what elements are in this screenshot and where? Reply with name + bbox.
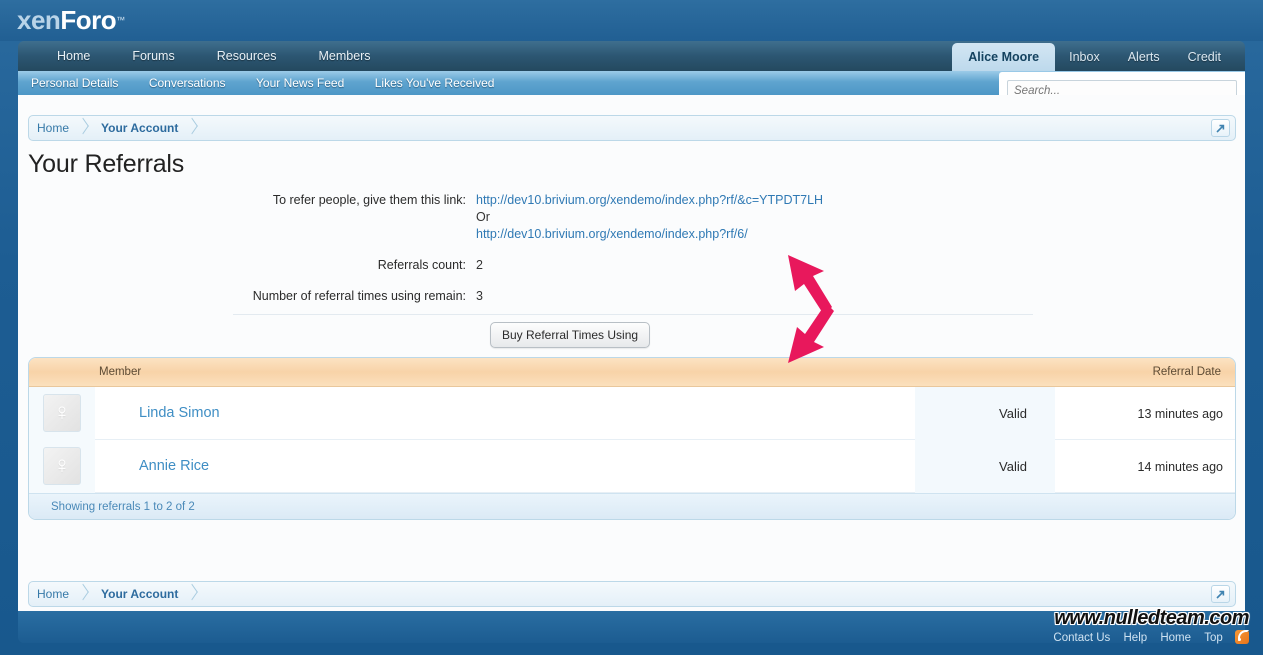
column-header-member: Member [99, 366, 142, 378]
table-row[interactable]: ♀ Linda Simon Valid 13 minutes ago [29, 386, 1235, 440]
referral-link-primary[interactable]: http://dev10.brivium.org/xendemo/index.p… [476, 193, 823, 207]
account-nav-tabs: Alice Moore Inbox Alerts Credit [952, 41, 1235, 71]
logo-text-xen: xen [17, 5, 61, 35]
nav-item-home[interactable]: Home [36, 41, 111, 71]
breadcrumb-separator-icon [186, 116, 202, 140]
referral-info-block: To refer people, give them this link: ht… [28, 192, 1208, 319]
referral-link-row: To refer people, give them this link: ht… [28, 192, 1208, 243]
breadcrumb-item-home[interactable]: Home [29, 582, 77, 606]
browser-page: xenForo™ Home Forums Resources Members A… [0, 0, 1263, 655]
column-header-referral-date: Referral Date [1152, 366, 1221, 378]
referrals-count-label: Referrals count: [377, 258, 466, 272]
status-badge: Valid [915, 387, 1055, 440]
avatar-cell: ♀ [29, 386, 95, 440]
breadcrumb-separator-icon [186, 582, 202, 606]
referral-times-remain-row: Number of referral times using remain: 3 [28, 288, 1208, 305]
avatar-cell: ♀ [29, 439, 95, 493]
referrals-count-row: Referrals count: 2 [28, 257, 1208, 274]
referral-link-or-text: Or [476, 210, 490, 224]
footer-link-home[interactable]: Home [1160, 632, 1191, 644]
main-content [18, 95, 1245, 611]
member-name-cell: Annie Rice [95, 457, 209, 475]
footer-link-help[interactable]: Help [1124, 632, 1148, 644]
watermark-text: www.nulledteam.com [1054, 607, 1250, 630]
status-badge: Valid [915, 440, 1055, 493]
arrow-down-left [788, 303, 834, 363]
referral-link-label: To refer people, give them this link: [272, 193, 466, 207]
footer-link-contact-us[interactable]: Contact Us [1053, 632, 1110, 644]
breadcrumb-bottom: Home Your Account [28, 581, 1236, 607]
table-row[interactable]: ♀ Annie Rice Valid 14 minutes ago [29, 439, 1235, 493]
table-footer-summary: Showing referrals 1 to 2 of 2 [29, 493, 1235, 519]
breadcrumb-items: Home Your Account [29, 116, 1235, 140]
nav-item-credit[interactable]: Credit [1174, 43, 1235, 71]
member-name-link[interactable]: Annie Rice [139, 458, 209, 474]
breadcrumb-item-your-account[interactable]: Your Account [93, 116, 186, 140]
annotation-arrows [780, 245, 890, 370]
referral-times-remain-value: 3 [476, 289, 483, 303]
nav-item-alerts[interactable]: Alerts [1114, 43, 1174, 71]
breadcrumb-separator-icon [77, 582, 93, 606]
breadcrumb-item-home[interactable]: Home [29, 116, 77, 140]
popup-arrow-icon[interactable] [1211, 119, 1230, 137]
rss-feed-icon[interactable] [1235, 630, 1249, 644]
footer-link-top[interactable]: Top [1204, 632, 1223, 644]
referral-times-remain-label: Number of referral times using remain: [252, 289, 466, 303]
referral-link-values: http://dev10.brivium.org/xendemo/index.p… [476, 192, 823, 243]
page-title: Your Referrals [28, 150, 185, 178]
referral-date-cell: 14 minutes ago [1137, 459, 1223, 474]
primary-navigation: Home Forums Resources Members Alice Moor… [18, 41, 1245, 71]
referral-link-secondary[interactable]: http://dev10.brivium.org/xendemo/index.p… [476, 227, 748, 241]
breadcrumb-top: Home Your Account [28, 115, 1236, 141]
breadcrumb-item-your-account[interactable]: Your Account [93, 582, 186, 606]
nav-item-inbox[interactable]: Inbox [1055, 43, 1114, 71]
subnav-item-likes-received[interactable]: Likes You've Received [362, 71, 508, 95]
breadcrumb-separator-icon [77, 116, 93, 140]
section-divider [233, 314, 1033, 315]
primary-nav-tabs: Home Forums Resources Members [36, 41, 392, 71]
subnav-item-conversations[interactable]: Conversations [136, 71, 239, 95]
female-avatar-icon[interactable]: ♀ [43, 447, 81, 485]
subnav-item-personal-details[interactable]: Personal Details [18, 71, 131, 95]
site-logo[interactable]: xenForo™ [17, 6, 125, 34]
female-avatar-icon[interactable]: ♀ [43, 394, 81, 432]
breadcrumb-items: Home Your Account [29, 582, 1235, 606]
logo-text-foro: Foro [60, 5, 117, 35]
member-name-link[interactable]: Linda Simon [139, 405, 220, 421]
popup-arrow-icon[interactable] [1211, 585, 1230, 603]
nav-item-username[interactable]: Alice Moore [952, 43, 1056, 71]
nav-item-resources[interactable]: Resources [196, 41, 298, 71]
member-name-cell: Linda Simon [95, 404, 220, 422]
nav-item-forums[interactable]: Forums [111, 41, 195, 71]
referrals-count-value: 2 [476, 258, 483, 272]
trademark-symbol: ™ [116, 15, 125, 25]
site-header: xenForo™ [0, 0, 1263, 41]
nav-item-members[interactable]: Members [297, 41, 391, 71]
subnav-item-news-feed[interactable]: Your News Feed [243, 71, 357, 95]
table-header-row: Member Referral Date [29, 358, 1235, 387]
buy-referral-times-button[interactable]: Buy Referral Times Using [490, 322, 651, 348]
footer-links: Contact Us Help Home Top [1048, 630, 1249, 644]
referrals-table: Member Referral Date ♀ Linda Simon Valid… [28, 357, 1236, 520]
referral-date-cell: 13 minutes ago [1137, 406, 1223, 421]
